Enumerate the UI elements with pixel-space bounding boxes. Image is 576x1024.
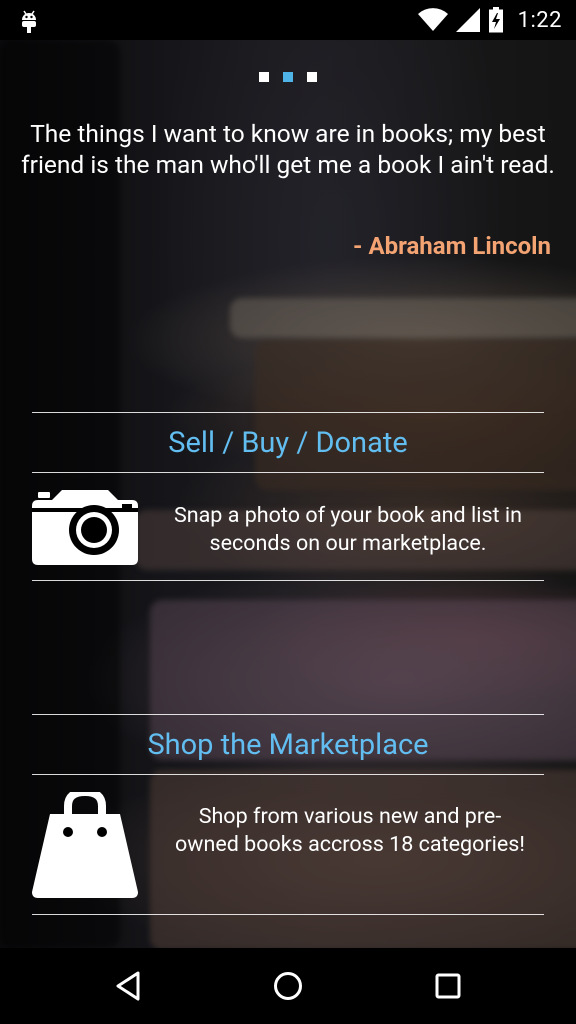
feature-description-sell: Snap a photo of your book and list in se… xyxy=(173,503,523,556)
status-bar: 1:22 xyxy=(0,0,576,40)
screen: 1:22 The things I want to know are in bo… xyxy=(0,0,576,1024)
divider xyxy=(32,714,544,715)
divider xyxy=(32,580,544,581)
section-title-sell-buy-donate[interactable]: Sell / Buy / Donate xyxy=(32,426,544,460)
divider xyxy=(32,472,544,473)
recents-button[interactable] xyxy=(428,968,468,1004)
camera-icon xyxy=(32,490,138,565)
battery-charging-icon xyxy=(488,7,503,33)
shopping-bag-icon xyxy=(32,792,138,898)
wifi-icon xyxy=(417,8,448,31)
back-button[interactable] xyxy=(108,968,148,1004)
page-dot-active[interactable] xyxy=(283,72,293,82)
quote-author: - Abraham Lincoln xyxy=(353,232,551,260)
page-dot[interactable] xyxy=(307,72,317,82)
quote-text: The things I want to know are in books; … xyxy=(21,119,555,179)
recents-icon xyxy=(435,973,461,999)
divider xyxy=(32,914,544,915)
divider xyxy=(32,412,544,413)
home-icon xyxy=(274,972,302,1000)
cell-signal-icon xyxy=(455,8,480,32)
home-button[interactable] xyxy=(268,968,308,1004)
feature-description-shop: Shop from various new and pre-owned book… xyxy=(175,804,525,857)
status-time: 1:22 xyxy=(517,7,562,33)
divider xyxy=(32,774,544,775)
navigation-bar xyxy=(0,948,576,1024)
page-dot[interactable] xyxy=(259,72,269,82)
page-indicator xyxy=(0,72,576,82)
android-debug-icon xyxy=(22,10,36,33)
section-title-shop-marketplace[interactable]: Shop the Marketplace xyxy=(32,728,544,762)
back-icon xyxy=(116,971,140,1001)
